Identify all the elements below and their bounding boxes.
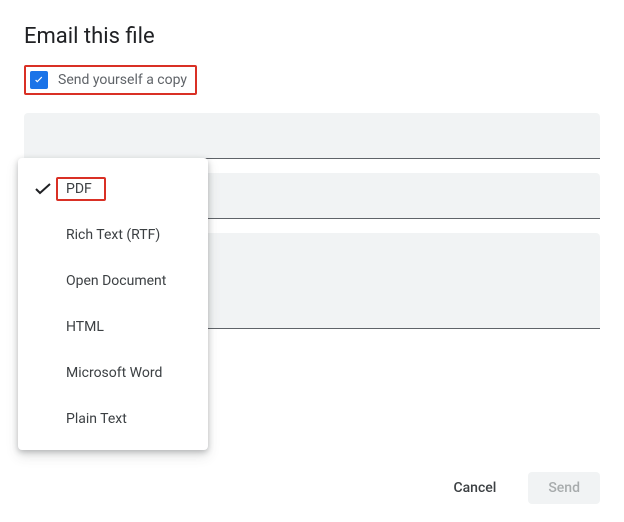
to-field[interactable]	[24, 113, 600, 159]
dropdown-option-pdf[interactable]: PDF	[18, 166, 208, 212]
dialog-content: Send yourself a copy gle Docs- Hridoy on…	[0, 49, 624, 400]
dropdown-option-html[interactable]: HTML	[18, 304, 208, 350]
format-dropdown-menu: PDF Rich Text (RTF) Open Document HTML M…	[18, 158, 208, 450]
cancel-button[interactable]: Cancel	[433, 472, 516, 504]
dropdown-option-odt[interactable]: Open Document	[18, 258, 208, 304]
dropdown-option-rtf[interactable]: Rich Text (RTF)	[18, 212, 208, 258]
send-copy-checkbox-row[interactable]: Send yourself a copy	[24, 65, 197, 95]
dialog-title: Email this file	[0, 0, 624, 49]
dropdown-option-label: Microsoft Word	[66, 365, 162, 381]
dropdown-option-label: HTML	[66, 319, 104, 335]
dropdown-option-label: Rich Text (RTF)	[66, 227, 160, 243]
dialog-actions: Cancel Send	[433, 472, 600, 504]
dropdown-option-label: Open Document	[66, 273, 166, 289]
send-copy-label: Send yourself a copy	[58, 72, 187, 88]
check-icon	[34, 180, 52, 198]
checkbox-icon	[30, 71, 48, 89]
dropdown-option-label: Plain Text	[66, 411, 127, 427]
dropdown-option-label: PDF	[66, 181, 92, 197]
dropdown-option-docx[interactable]: Microsoft Word	[18, 350, 208, 396]
dropdown-option-txt[interactable]: Plain Text	[18, 396, 208, 442]
send-button[interactable]: Send	[528, 472, 600, 504]
